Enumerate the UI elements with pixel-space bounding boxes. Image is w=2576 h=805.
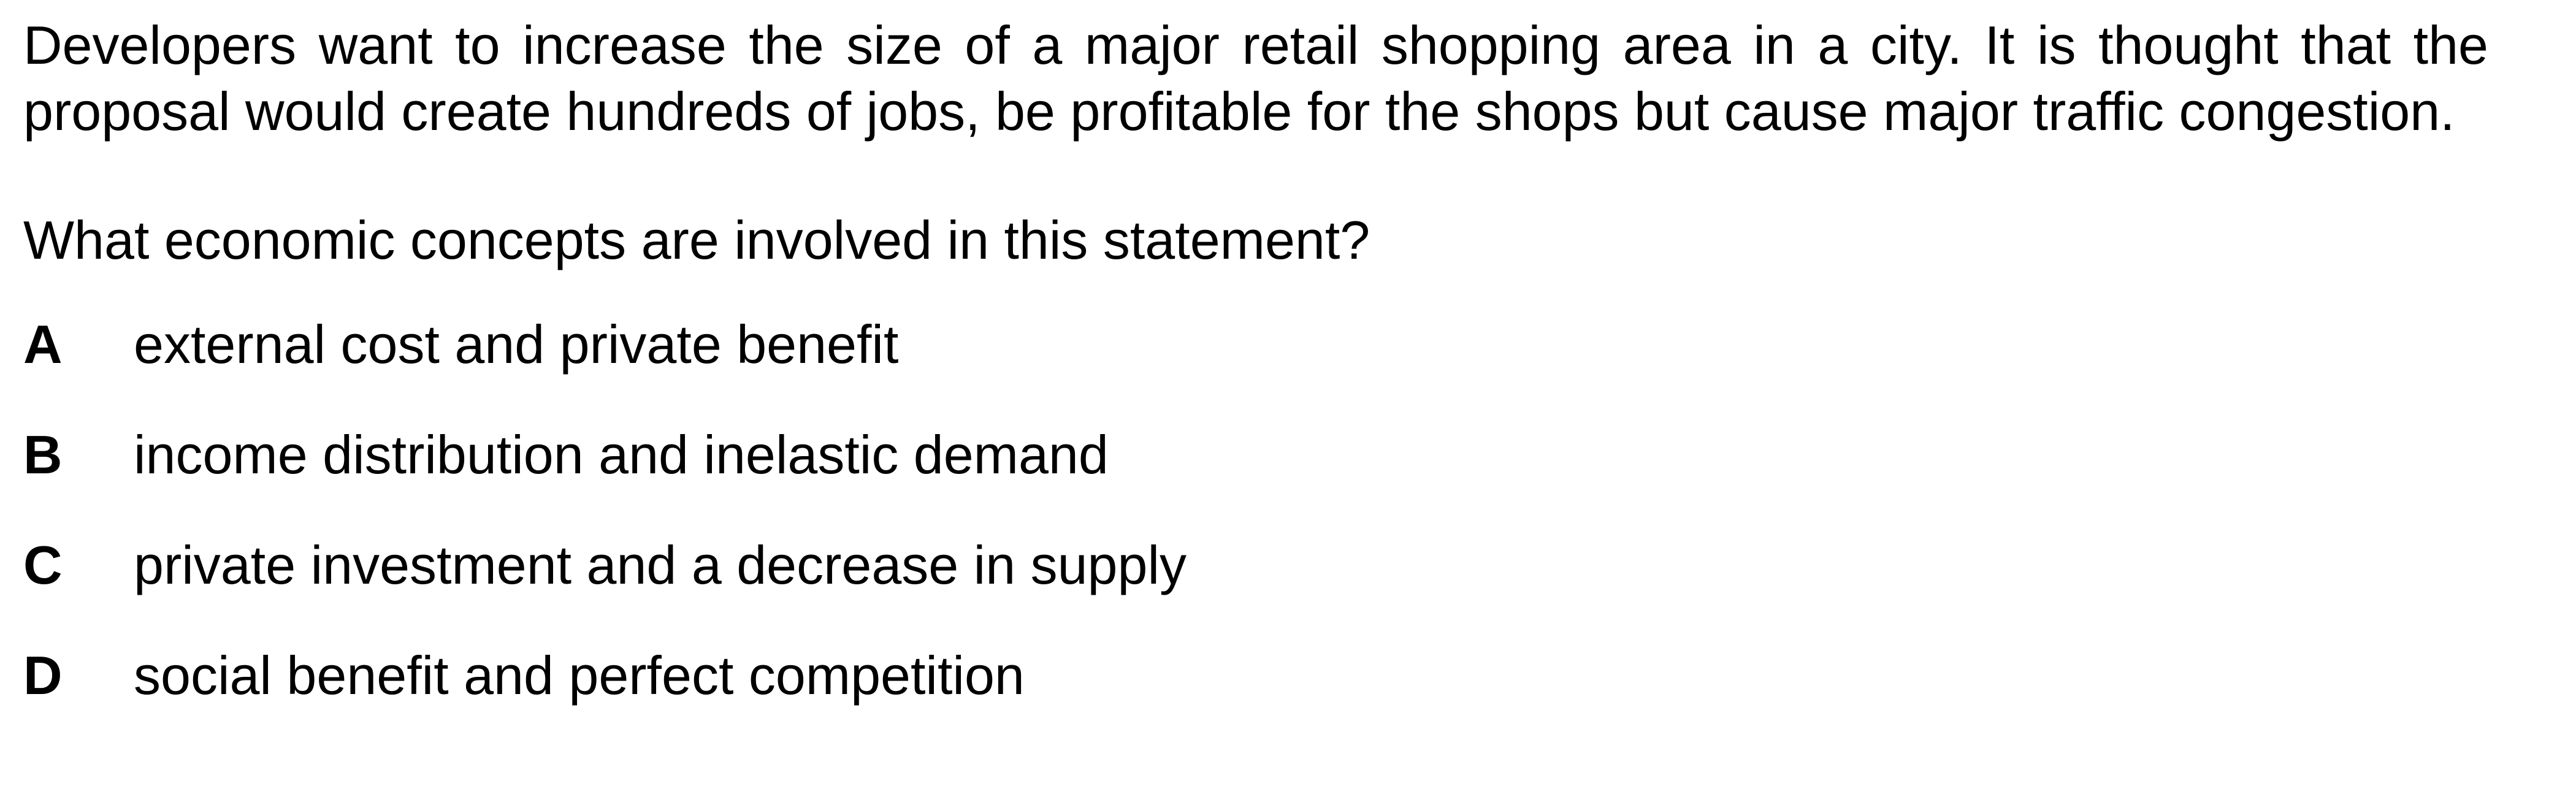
option-letter: D	[23, 645, 63, 706]
option-text: income distribution and inelastic demand	[134, 424, 1109, 485]
answer-options: A external cost and private benefit B in…	[23, 311, 2488, 709]
option-letter: A	[23, 314, 63, 375]
option-text: private investment and a decrease in sup…	[134, 535, 1187, 595]
question-stem: Developers want to increase the size of …	[23, 15, 2488, 142]
option-a[interactable]: A external cost and private benefit	[23, 311, 2488, 378]
option-d[interactable]: D social benefit and perfect competition	[23, 643, 2488, 709]
option-c[interactable]: C private investment and a decrease in s…	[23, 532, 2488, 598]
option-text: external cost and private benefit	[134, 314, 899, 375]
option-text: social benefit and perfect competition	[134, 645, 1025, 706]
question-page: Developers want to increase the size of …	[23, 12, 2488, 709]
question-prompt: What economic concepts are involved in t…	[23, 210, 1370, 270]
option-b[interactable]: B income distribution and inelastic dema…	[23, 422, 2488, 488]
option-letter: C	[23, 535, 63, 595]
option-letter: B	[23, 424, 63, 485]
